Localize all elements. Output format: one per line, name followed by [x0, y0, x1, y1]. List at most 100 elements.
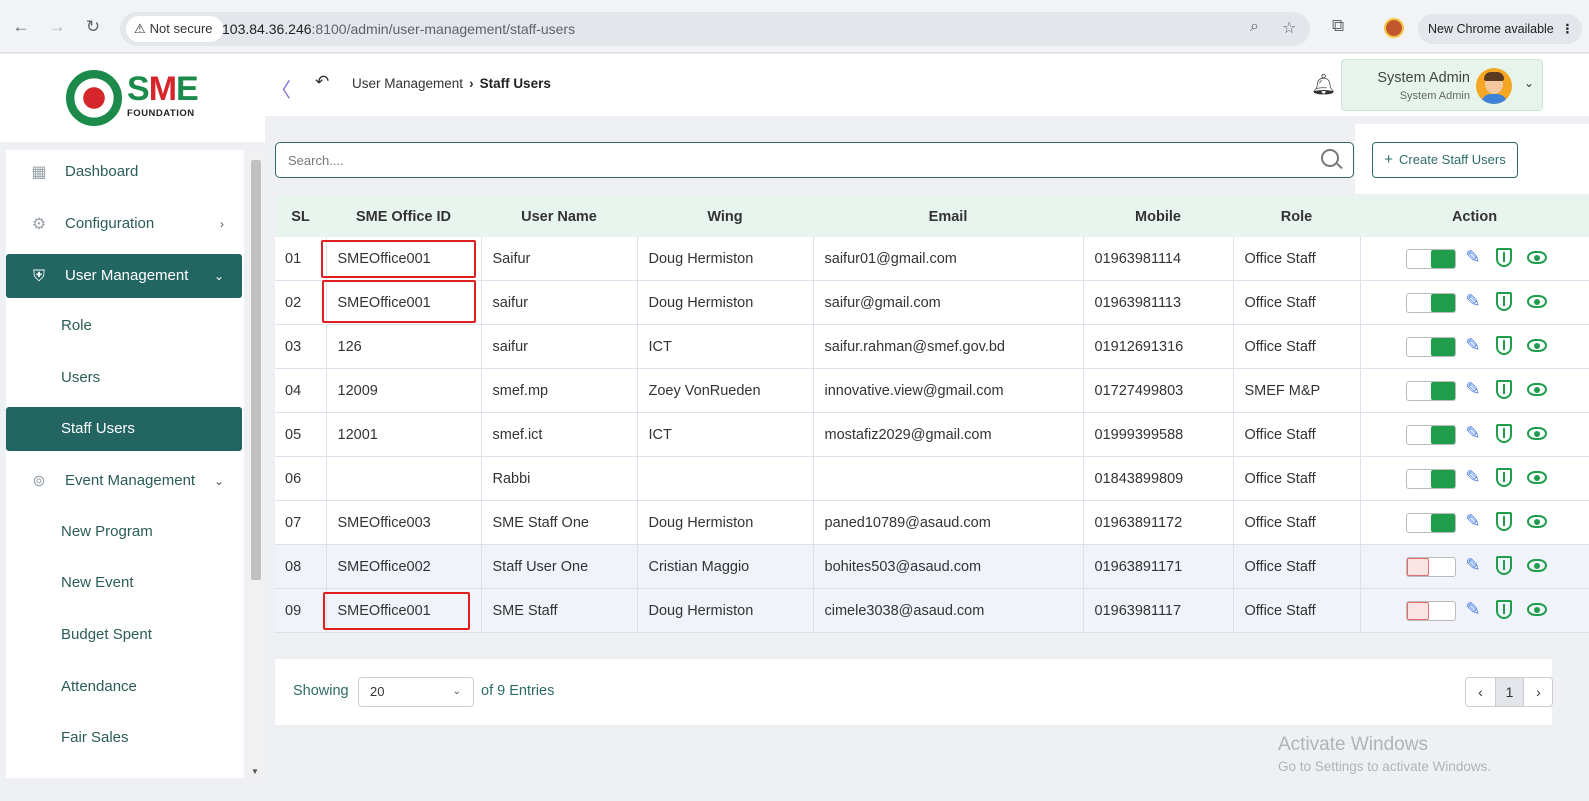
shield-icon[interactable]: [1495, 556, 1512, 576]
status-toggle[interactable]: [1405, 513, 1456, 534]
edit-icon[interactable]: ✎: [1466, 379, 1481, 400]
wing-cell: ICT: [637, 324, 814, 369]
eye-icon[interactable]: [1526, 295, 1547, 309]
status-toggle[interactable]: [1405, 249, 1456, 270]
undo-back-icon[interactable]: ↶: [315, 72, 329, 92]
email-cell: bohites503@asaud.com: [813, 544, 1084, 589]
shield-icon[interactable]: [1495, 292, 1512, 312]
shield-icon[interactable]: [1495, 248, 1512, 268]
scroll-down-icon[interactable]: ▼: [251, 767, 259, 776]
sidebar-item-new-program[interactable]: New Program: [6, 510, 242, 554]
table-row: 08 SMEOffice002 Staff User One Cristian Mag…: [275, 544, 1589, 589]
sidebar-item-new-event[interactable]: New Event: [6, 561, 242, 605]
sidebar-item-staff-users[interactable]: Staff Users: [6, 407, 242, 451]
eye-icon[interactable]: [1526, 251, 1547, 265]
status-toggle[interactable]: [1405, 601, 1456, 622]
wing-cell: Doug Hermiston: [637, 280, 814, 325]
action-cell: ✎: [1360, 237, 1589, 281]
url-text[interactable]: 103.84.36.246:8100/admin/user-management…: [222, 12, 575, 46]
zoom-icon[interactable]: ⌕: [1250, 18, 1259, 36]
sidebar-item-fair-sales[interactable]: Fair Sales: [6, 716, 242, 760]
menu-dots-icon[interactable]: ⋮: [1561, 14, 1574, 44]
wing-cell: Doug Hermiston: [637, 237, 814, 281]
chevron-down-icon: ⌄: [213, 269, 224, 283]
eye-icon[interactable]: [1526, 339, 1547, 353]
eye-icon[interactable]: [1526, 471, 1547, 485]
search-input[interactable]: [288, 143, 1288, 177]
status-toggle[interactable]: [1405, 425, 1456, 446]
shield-icon[interactable]: [1495, 512, 1512, 532]
sidebar-item-configuration[interactable]: ⚙ Configuration ›: [6, 202, 242, 246]
brand-logo[interactable]: SME FOUNDATION: [0, 54, 265, 142]
edit-icon[interactable]: ✎: [1466, 335, 1481, 356]
prev-page-button[interactable]: ‹: [1466, 678, 1495, 706]
sidebar-scrollbar[interactable]: ▼: [248, 150, 264, 778]
security-chip[interactable]: ⚠ Not secure: [126, 16, 223, 42]
create-staff-users-button[interactable]: + Create Staff Users: [1372, 142, 1518, 178]
office-id-cell: [326, 456, 482, 501]
eye-icon[interactable]: [1526, 515, 1547, 529]
eye-icon[interactable]: [1526, 383, 1547, 397]
eye-icon[interactable]: [1526, 603, 1547, 617]
shield-icon[interactable]: [1495, 380, 1512, 400]
sme-logo: SME FOUNDATION: [127, 70, 199, 119]
windows-activation-watermark: Activate Windows Go to Settings to activ…: [1278, 734, 1492, 774]
eye-icon[interactable]: [1526, 559, 1547, 573]
bookmark-star-icon[interactable]: ☆: [1282, 18, 1296, 38]
user-menu[interactable]: System Admin System Admin ⌄: [1341, 59, 1543, 111]
edit-icon[interactable]: ✎: [1466, 555, 1481, 576]
status-toggle[interactable]: [1405, 469, 1456, 490]
status-toggle[interactable]: [1405, 293, 1456, 314]
table-row: 04 12009 smef.mp Zoey VonRueden innovative.v…: [275, 368, 1589, 413]
extensions-icon[interactable]: ⧉: [1332, 16, 1344, 36]
mobile-cell: 01963981113: [1083, 280, 1234, 325]
edit-icon[interactable]: ✎: [1466, 291, 1481, 312]
scrollbar-thumb[interactable]: [251, 160, 261, 580]
next-page-button[interactable]: ›: [1524, 678, 1552, 706]
status-toggle[interactable]: [1405, 381, 1456, 402]
eye-icon[interactable]: [1526, 427, 1547, 441]
sidebar-item-event-management[interactable]: ⊚ Event Management ⌄: [6, 459, 242, 503]
status-toggle[interactable]: [1405, 557, 1456, 578]
avatar: [1476, 68, 1512, 104]
mobile-cell: 01963981117: [1083, 588, 1234, 633]
collapse-sidebar-icon[interactable]: 〈: [271, 74, 291, 103]
back-arrow-icon[interactable]: ←: [10, 16, 32, 38]
wing-cell: Zoey VonRueden: [637, 368, 814, 413]
mobile-cell: 01963891171: [1083, 544, 1234, 589]
address-bar[interactable]: ⚠ Not secure 103.84.36.246:8100/admin/use…: [120, 12, 1310, 46]
page-size-select[interactable]: 20 ⌄: [358, 677, 474, 707]
user-name-cell: SME Staff One: [481, 500, 638, 545]
page-number-button[interactable]: 1: [1495, 678, 1524, 706]
sidebar-item-user-management[interactable]: ⛨ User Management ⌄: [6, 254, 242, 298]
edit-icon[interactable]: ✎: [1466, 599, 1481, 620]
role-cell: Office Staff: [1233, 412, 1361, 457]
email-cell: saifur01@gmail.com: [813, 237, 1084, 281]
highlight-box: [322, 280, 476, 323]
sidebar-item-dashboard[interactable]: ▦ Dashboard: [6, 150, 242, 194]
shield-icon[interactable]: [1495, 336, 1512, 356]
table-row: 09 SMEOffice001 SME Staff Doug Hermiston cim…: [275, 588, 1589, 633]
edit-icon[interactable]: ✎: [1466, 247, 1481, 268]
sidebar-item-budget-spent[interactable]: Budget Spent: [6, 613, 242, 657]
sidebar-item-role[interactable]: Role: [6, 304, 242, 348]
search-icon[interactable]: [1321, 149, 1339, 167]
chevron-right-icon: ›: [220, 217, 224, 231]
sl-cell: 05: [275, 412, 327, 457]
breadcrumb-parent[interactable]: User Management: [352, 76, 463, 91]
status-toggle[interactable]: [1405, 337, 1456, 358]
reload-icon[interactable]: ↻: [82, 16, 104, 38]
sidebar-item-attendance[interactable]: Attendance: [6, 665, 242, 709]
sidebar-item-users[interactable]: Users: [6, 356, 242, 400]
shield-icon[interactable]: [1495, 468, 1512, 488]
new-chrome-button[interactable]: New Chrome available ⋮: [1418, 14, 1582, 44]
user-name-cell: Staff User One: [481, 544, 638, 589]
edit-icon[interactable]: ✎: [1466, 423, 1481, 444]
shield-icon[interactable]: [1495, 600, 1512, 620]
edit-icon[interactable]: ✎: [1466, 467, 1481, 488]
notification-bell-icon[interactable]: 🔔︎: [1311, 72, 1336, 97]
forward-arrow-icon[interactable]: →: [46, 16, 68, 38]
edit-icon[interactable]: ✎: [1466, 511, 1481, 532]
shield-icon[interactable]: [1495, 424, 1512, 444]
profile-avatar[interactable]: [1384, 18, 1404, 38]
